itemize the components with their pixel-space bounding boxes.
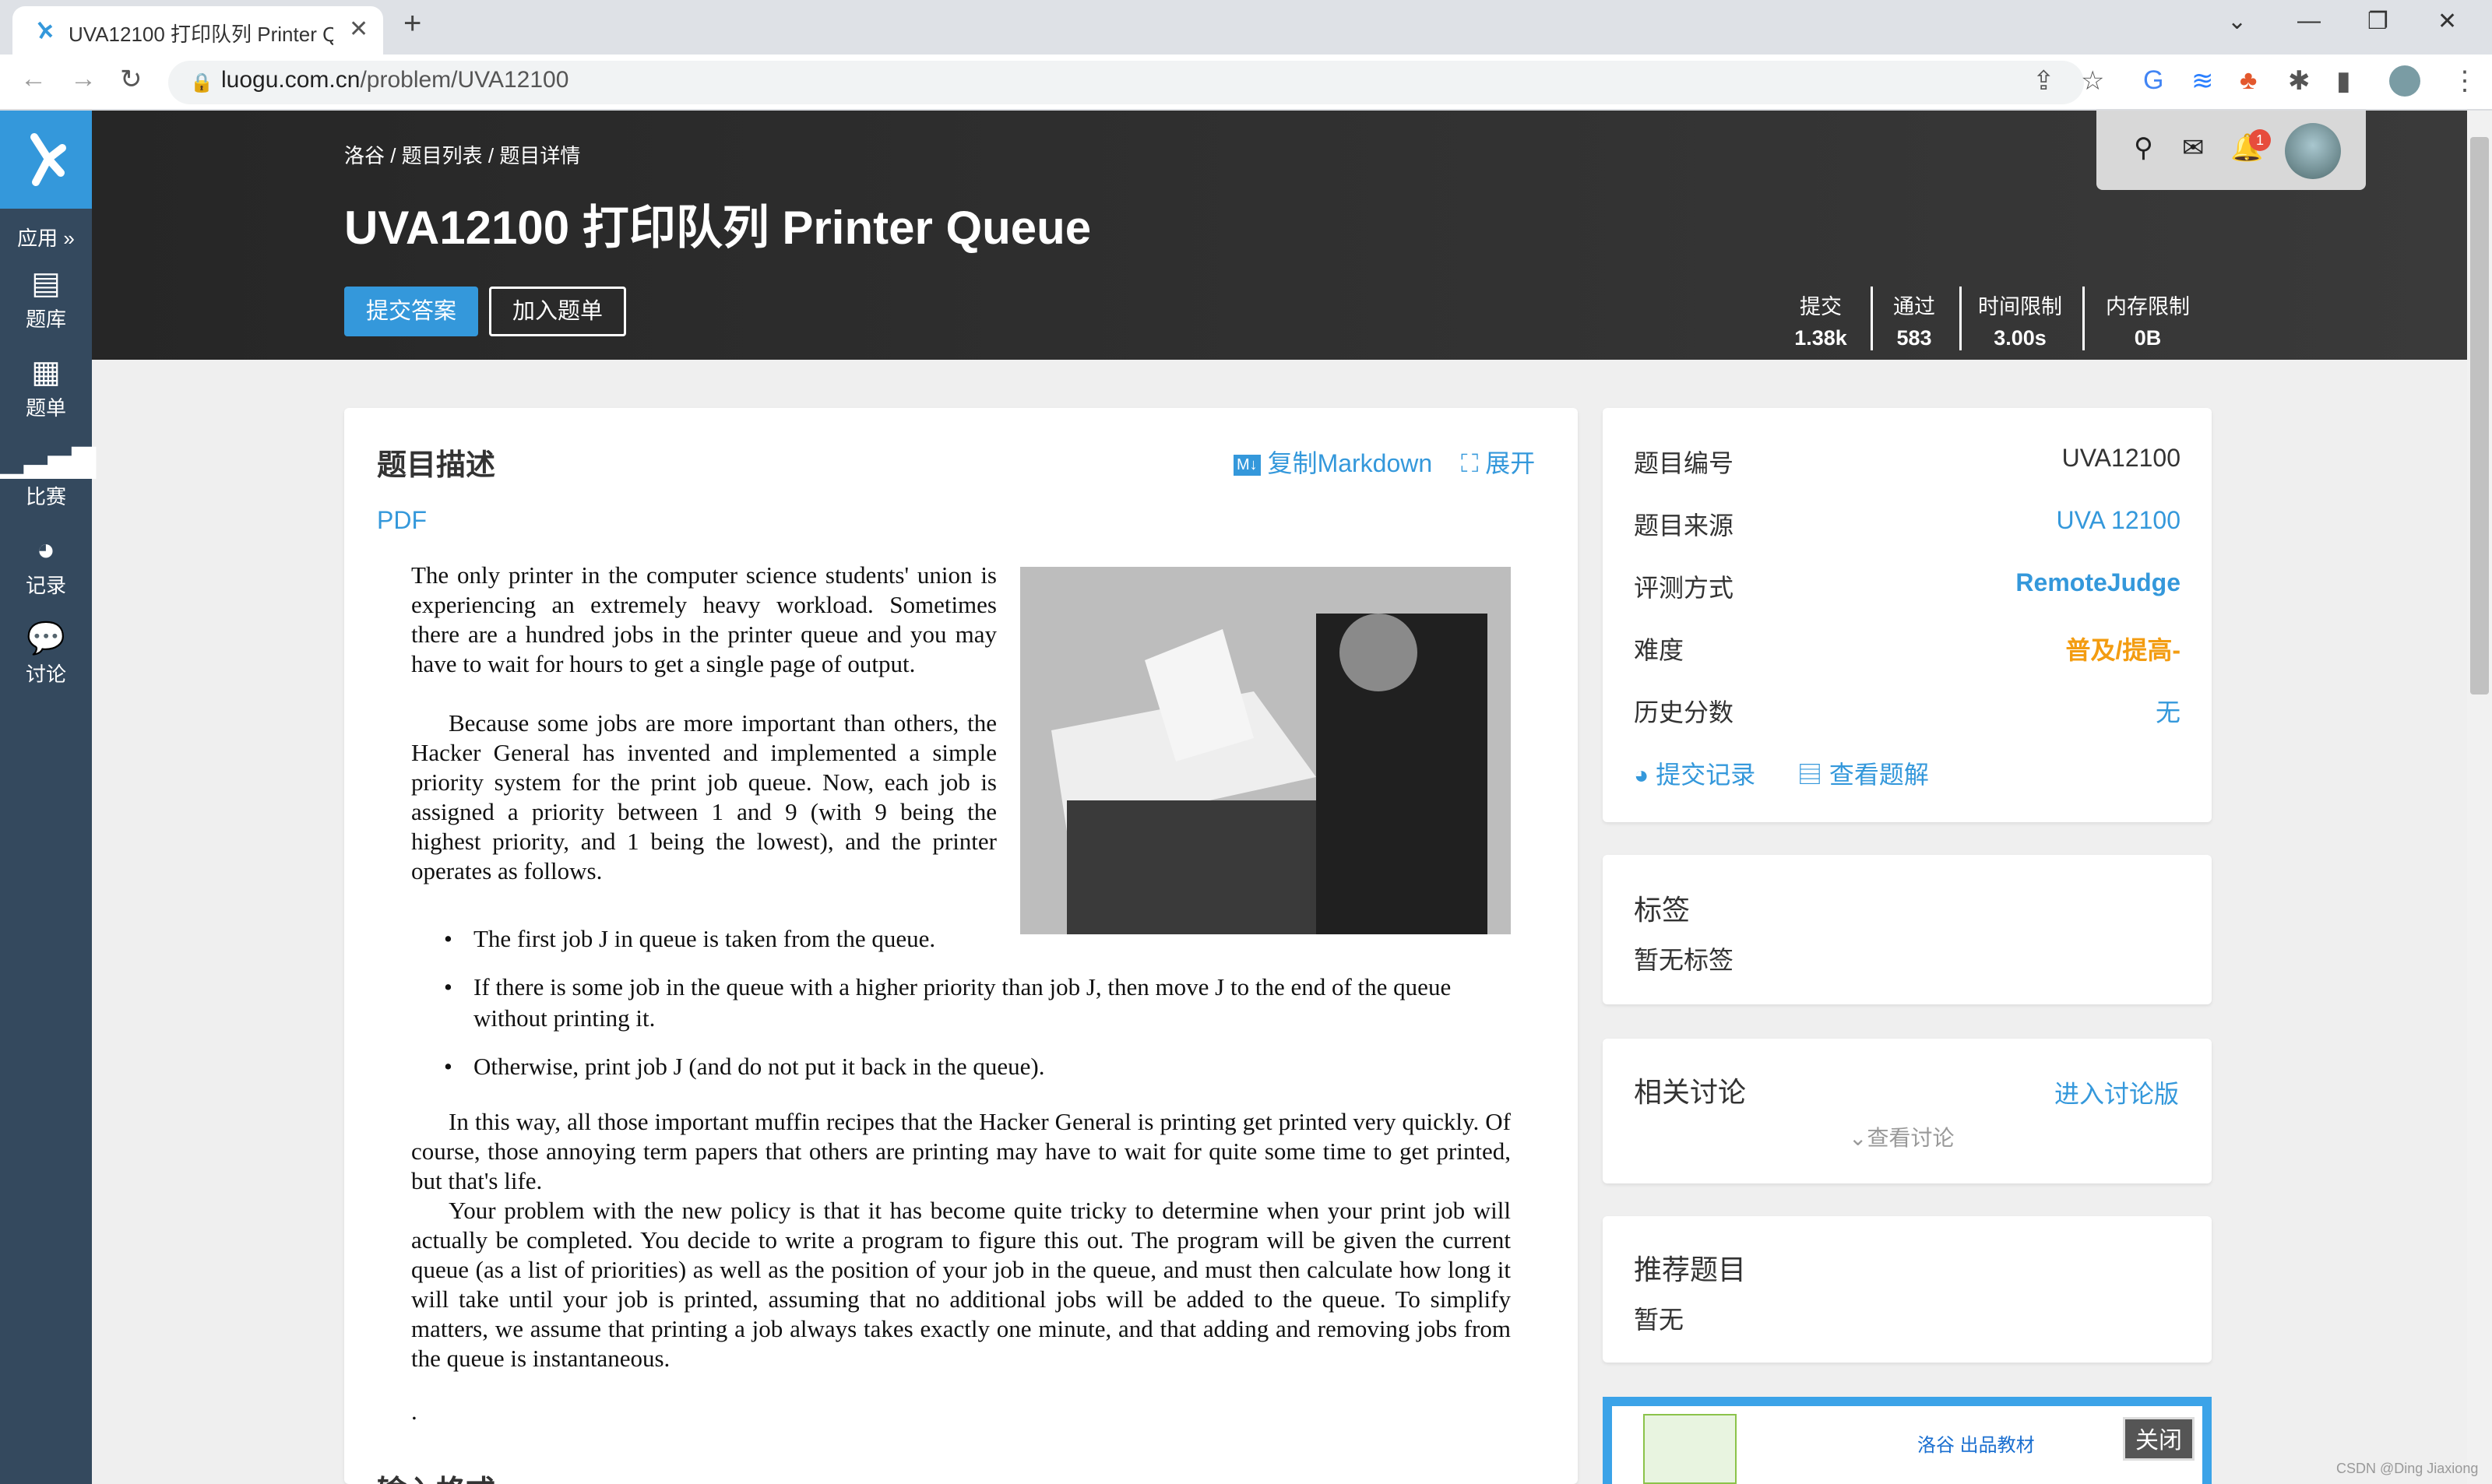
search-icon[interactable]: ⚲: [2134, 132, 2153, 164]
description-paragraph: The only printer in the computer science…: [411, 561, 997, 677]
rule-item: The first job J in queue is taken from t…: [473, 925, 936, 952]
pie-chart-icon: ◕: [36, 533, 56, 567]
share-icon[interactable]: ⇪: [2033, 65, 2055, 97]
url-text: luogu.com.cn/problem/UVA12100: [221, 67, 569, 93]
pdf-link[interactable]: PDF: [377, 506, 427, 535]
back-icon[interactable]: ←: [20, 64, 47, 94]
tags-card: [1603, 855, 2212, 1004]
recommend-title: 推荐题目: [1634, 1254, 1747, 1285]
stat-time-limit: 时间限制 3.00s: [1978, 295, 2062, 350]
luogu-favicon-icon: [37, 21, 53, 40]
tab-search-icon[interactable]: ⌄: [2227, 8, 2247, 35]
submission-records-link[interactable]: ◕ 提交记录: [1634, 755, 1755, 791]
add-to-list-button[interactable]: 加入题单: [489, 287, 626, 336]
discussion-title: 相关讨论: [1634, 1076, 1747, 1108]
sidebar-item-problems[interactable]: ▤ 题库: [0, 265, 92, 332]
watermark: CSDN @Ding Jiaxiong: [2336, 1461, 2479, 1476]
bullet-dot: •: [444, 973, 452, 1000]
chevron-down-icon: ⌄: [1849, 1126, 1867, 1150]
description-paragraph: Because some jobs are more important tha…: [411, 709, 997, 884]
markdown-icon: M↓: [1234, 455, 1261, 476]
sidebar-item-records[interactable]: ◕ 记录: [0, 531, 92, 599]
tags-title: 标签: [1634, 894, 1691, 926]
notification-badge: 1: [2249, 129, 2271, 151]
copy-markdown-link[interactable]: M↓ 复制Markdown: [1234, 444, 1432, 480]
chat-icon: 💬: [26, 621, 65, 656]
new-tab-button[interactable]: +: [403, 6, 421, 41]
bullet-dot: •: [444, 1053, 452, 1080]
recommend-empty: 暂无: [1634, 1306, 1684, 1334]
bookmark-star-icon[interactable]: ☆: [2081, 65, 2104, 97]
difficulty-badge[interactable]: 普及/提高-: [2065, 631, 2180, 666]
minimize-icon[interactable]: —: [2297, 8, 2321, 34]
enter-discussion-link[interactable]: 进入讨论版: [2054, 1074, 2179, 1110]
tags-empty: 暂无标签: [1634, 946, 1734, 974]
input-format-title: 输入格式: [377, 1467, 495, 1484]
problem-illustration-image: [1020, 567, 1511, 934]
close-ad-button[interactable]: 关闭: [2123, 1417, 2195, 1461]
side-panel-icon[interactable]: ▮: [2336, 65, 2351, 97]
sidebar-item-contests[interactable]: ▁▃▅▇ 比赛: [0, 442, 97, 510]
reload-icon[interactable]: ↻: [120, 64, 143, 95]
trailing-dot: .: [411, 1398, 417, 1425]
description-paragraph: In this way, all those important muffin …: [411, 1108, 1511, 1194]
book-icon: ▤: [31, 266, 61, 301]
forward-icon[interactable]: →: [70, 64, 97, 94]
document-icon: ▤: [1797, 761, 1823, 789]
view-solutions-link[interactable]: ▤ 查看题解: [1797, 755, 1929, 791]
tab-title: UVA12100 打印队列 Printer Qu: [69, 23, 333, 46]
source-link[interactable]: UVA 12100: [2056, 506, 2180, 535]
printer-photo: [1020, 567, 1511, 934]
luogu-logo[interactable]: [0, 111, 92, 209]
expand-icon: ⛶: [1461, 449, 1479, 477]
breadcrumb[interactable]: 洛谷 / 题目列表 / 题目详情: [344, 140, 580, 169]
ad-brand: 洛谷 出品教材: [1917, 1435, 2035, 1456]
rule-item: If there is some job in the queue with a…: [473, 973, 1452, 1032]
bullet-dot: •: [444, 925, 452, 952]
stat-submissions: 提交 1.38k: [1794, 295, 1847, 350]
stat-divider: [2082, 287, 2085, 350]
lock-icon[interactable]: 🔒: [190, 72, 213, 94]
bar-chart-icon: ▁▃▅▇: [0, 444, 97, 478]
description-paragraph: Your problem with the new policy is that…: [411, 1197, 1511, 1372]
scrollbar-thumb[interactable]: [2470, 137, 2489, 695]
ad-book-image: [1643, 1414, 1737, 1484]
stat-divider: [1871, 287, 1873, 350]
logo-icon: [30, 133, 66, 186]
translate-extension-icon[interactable]: G: [2143, 65, 2163, 96]
sidebar-item-problem-lists[interactable]: ▦ 题单: [0, 353, 92, 421]
page-title: UVA12100 打印队列 Printer Queue: [344, 202, 1092, 254]
tab-close-icon[interactable]: ✕: [349, 16, 368, 43]
clipboard-icon: ▦: [31, 355, 61, 389]
window-close-icon[interactable]: ✕: [2437, 8, 2457, 35]
puzzle-icon[interactable]: ✱: [2288, 65, 2311, 97]
judge-link[interactable]: RemoteJudge: [2015, 568, 2180, 597]
sidebar-item-discuss[interactable]: 💬 讨论: [0, 620, 92, 687]
pie-chart-icon: ◕: [1634, 761, 1649, 789]
user-avatar[interactable]: [2285, 123, 2341, 179]
expand-link[interactable]: ⛶ 展开: [1461, 444, 1535, 480]
sidebar-apps[interactable]: 应用 »: [0, 221, 92, 251]
view-discussion-toggle[interactable]: ⌄查看讨论: [1849, 1121, 1954, 1152]
mail-icon[interactable]: ✉: [2182, 132, 2205, 164]
section-title: 题目描述: [377, 449, 496, 482]
stat-accepted: 通过 583: [1893, 295, 1935, 350]
restore-icon[interactable]: ❐: [2367, 8, 2388, 35]
recommend-card: [1603, 1216, 2212, 1363]
stat-divider: [1959, 287, 1962, 350]
extension-icon[interactable]: ≋: [2191, 65, 2214, 97]
submit-answer-button[interactable]: 提交答案: [344, 287, 478, 336]
profile-avatar[interactable]: [2389, 65, 2420, 97]
discussion-card: [1603, 1039, 2212, 1183]
stat-memory-limit: 内存限制 0B: [2106, 295, 2190, 350]
menu-icon[interactable]: ⋮: [2452, 65, 2478, 97]
extension-icon-2[interactable]: ♣: [2240, 65, 2257, 96]
browser-tab[interactable]: UVA12100 打印队列 Printer Qu ✕: [12, 6, 383, 55]
rule-item: Otherwise, print job J (and do not put i…: [473, 1053, 1045, 1080]
